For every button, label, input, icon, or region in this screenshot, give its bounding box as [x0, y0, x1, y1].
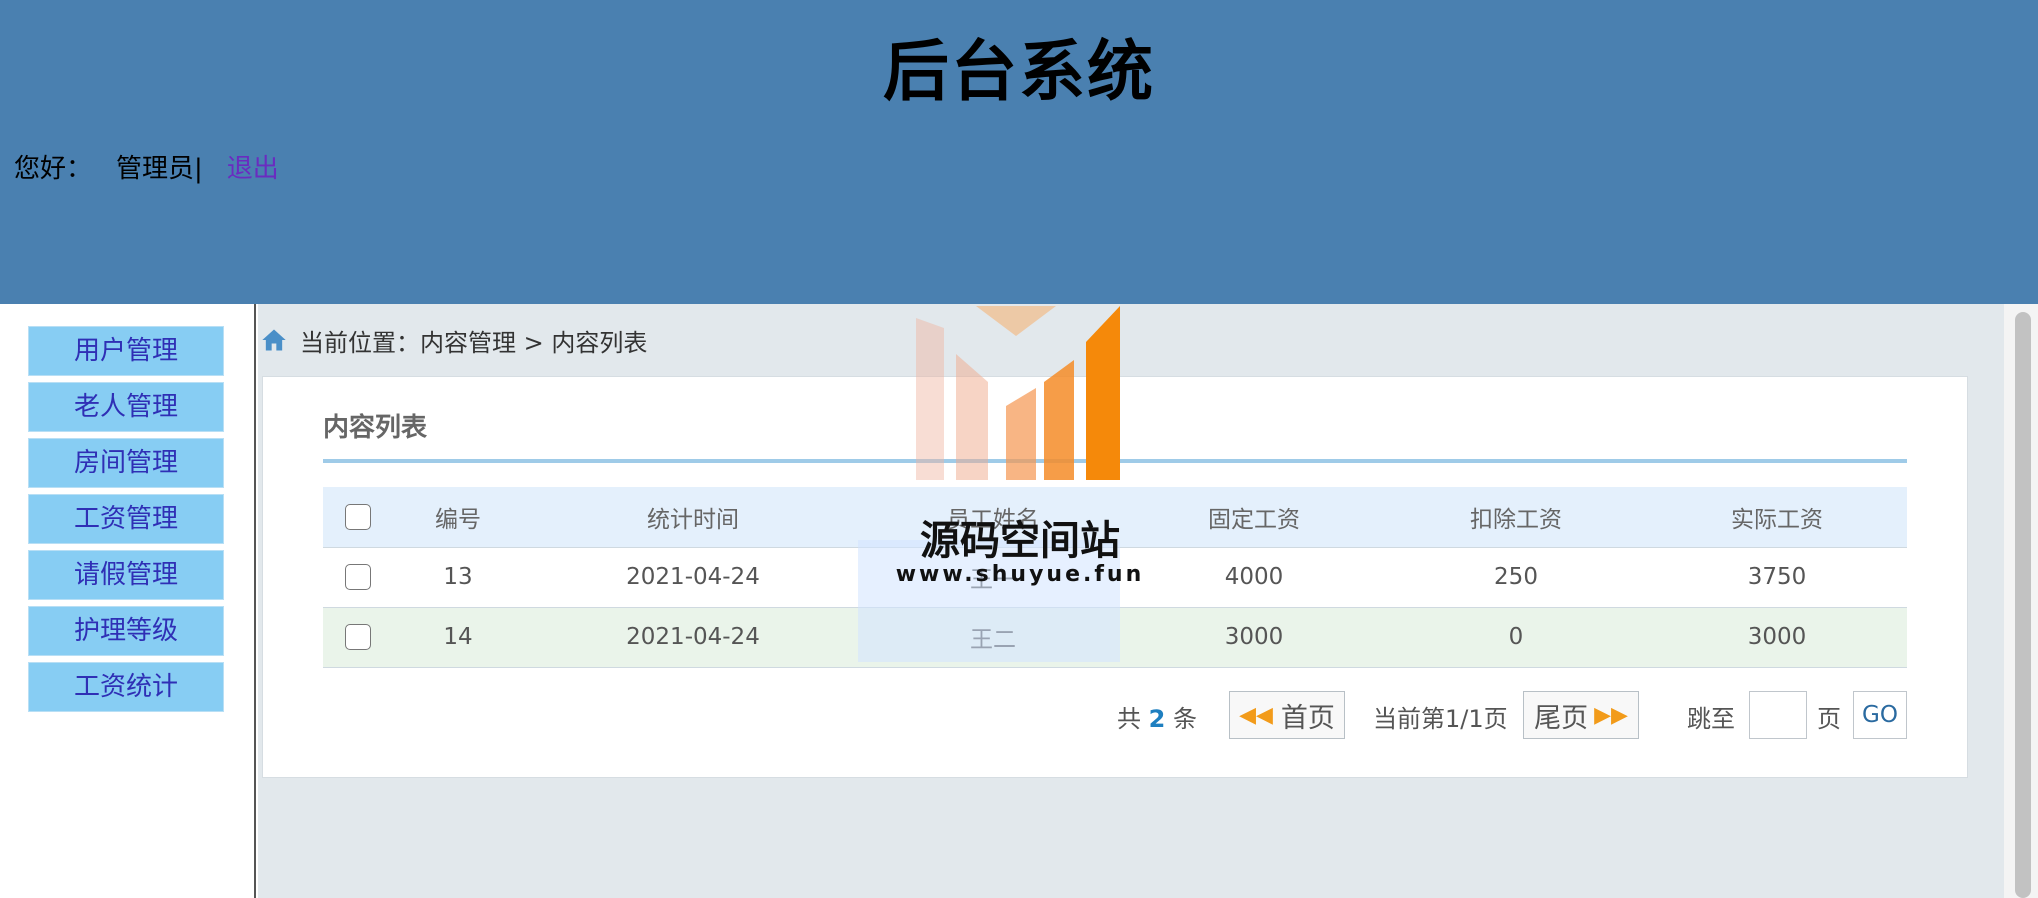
cell-deduction: 250	[1385, 547, 1647, 608]
sidebar-item-leave-management[interactable]: 请假管理	[28, 550, 224, 600]
current-page-info: 当前第1/1页	[1373, 705, 1508, 733]
sidebar-item-room-management[interactable]: 房间管理	[28, 438, 224, 488]
select-all-cell	[323, 487, 393, 548]
user-greeting: 您好： 管理员| 退出	[14, 148, 279, 185]
cell-actual-salary: 3000	[1647, 607, 1907, 668]
go-button[interactable]: GO	[1853, 691, 1907, 739]
panel-title: 内容列表	[323, 413, 428, 443]
column-header-deduction: 扣除工资	[1385, 487, 1647, 548]
home-icon	[262, 329, 286, 351]
sidebar-item-salary-management[interactable]: 工资管理	[28, 494, 224, 544]
sidebar: 用户管理 老人管理 房间管理 工资管理 请假管理 护理等级 工资统计	[0, 304, 256, 898]
sidebar-item-user-management[interactable]: 用户管理	[28, 326, 224, 376]
total-prefix: 共	[1117, 705, 1141, 733]
last-page-label: 尾页	[1534, 702, 1589, 734]
page-number-input[interactable]	[1749, 691, 1807, 739]
total-count: 共 2 条	[1117, 699, 1197, 734]
header: 后台系统 您好： 管理员| 退出	[0, 0, 2038, 304]
cell-fixed-salary: 4000	[1123, 547, 1385, 608]
column-header-id: 编号	[393, 487, 523, 548]
watermark-url: www.shuyue.fun	[895, 562, 1145, 587]
column-header-actual-salary: 实际工资	[1647, 487, 1907, 548]
column-header-fixed-salary: 固定工资	[1123, 487, 1385, 548]
select-all-checkbox[interactable]	[345, 504, 371, 530]
row-select-cell	[323, 607, 393, 668]
first-page-button[interactable]: ◀◀ 首页	[1229, 691, 1345, 739]
row-checkbox[interactable]	[345, 564, 371, 591]
last-page-button[interactable]: 尾页 ▶▶	[1523, 691, 1639, 739]
double-arrow-right-icon: ▶▶	[1594, 702, 1628, 728]
cell-actual-salary: 3750	[1647, 547, 1907, 608]
cell-id: 14	[393, 607, 523, 668]
breadcrumb-text: 当前位置：内容管理 > 内容列表	[300, 328, 648, 357]
row-select-cell	[323, 547, 393, 608]
sidebar-item-elderly-management[interactable]: 老人管理	[28, 382, 224, 432]
sidebar-item-care-level[interactable]: 护理等级	[28, 606, 224, 656]
cell-id: 13	[393, 547, 523, 608]
pagination: 共 2 条 ◀◀ 首页 当前第1/1页 尾页 ▶▶ 跳至 页 GO	[263, 689, 1907, 739]
cell-date: 2021-04-24	[523, 547, 863, 608]
breadcrumb: 当前位置：内容管理 > 内容列表	[258, 318, 647, 362]
total-number: 2	[1148, 705, 1166, 733]
row-checkbox[interactable]	[345, 624, 371, 651]
page-suffix-label: 页	[1817, 705, 1841, 733]
logout-link[interactable]: 退出	[227, 154, 279, 184]
watermark-logo	[916, 306, 1120, 480]
greeting-label: 您好：	[14, 154, 93, 184]
first-page-label: 首页	[1280, 702, 1335, 734]
cell-fixed-salary: 3000	[1123, 607, 1385, 668]
sidebar-item-salary-statistics[interactable]: 工资统计	[28, 662, 224, 712]
column-header-date: 统计时间	[523, 487, 863, 548]
user-name: 管理员|	[116, 154, 203, 184]
total-suffix: 条	[1172, 705, 1197, 733]
cell-deduction: 0	[1385, 607, 1647, 668]
cell-date: 2021-04-24	[523, 607, 863, 668]
jump-to-label: 跳至	[1687, 705, 1735, 733]
watermark-name: 源码空间站	[920, 518, 1120, 564]
scrollbar-thumb[interactable]	[2015, 312, 2031, 898]
double-arrow-left-icon: ◀◀	[1239, 702, 1273, 728]
page-title: 后台系统	[883, 33, 1155, 110]
